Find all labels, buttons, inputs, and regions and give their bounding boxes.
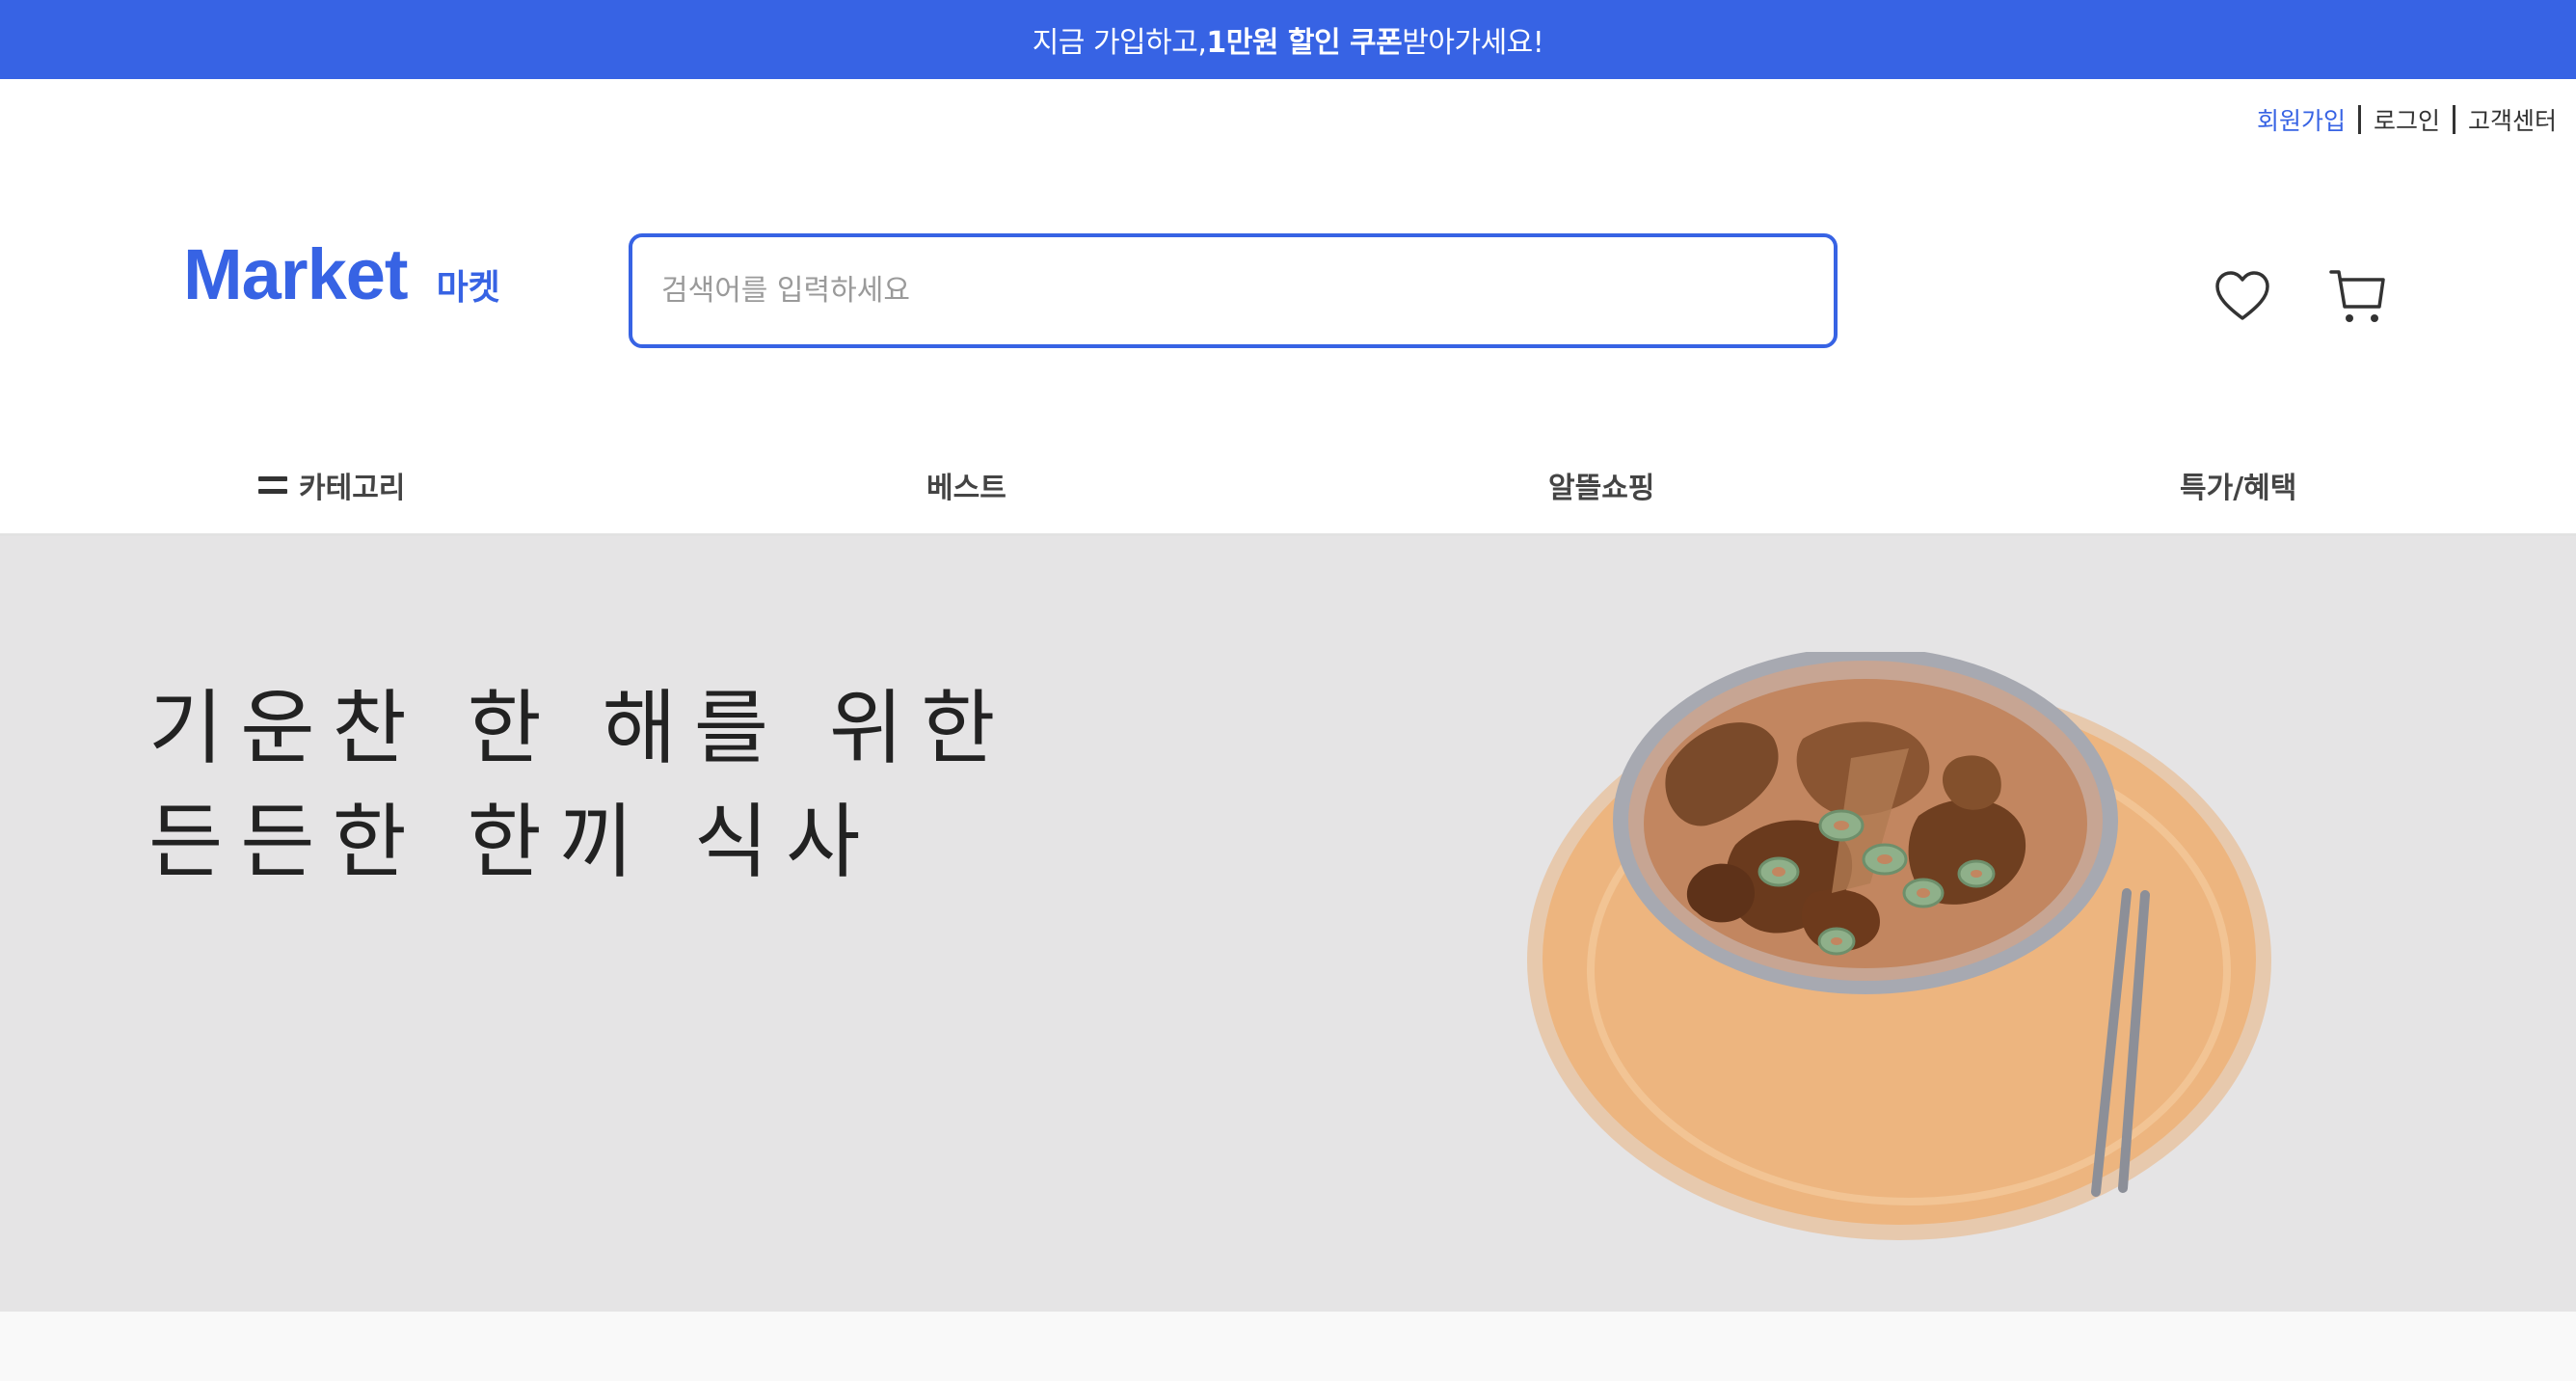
nav-budget-shopping[interactable]: 알뜰쇼핑 <box>1548 442 1654 528</box>
page: 지금 가입하고, 1만원 할인 쿠폰 받아가세요! 회원가입 로그인 고객센터 … <box>0 0 2576 1381</box>
logo-main-text: Market <box>183 234 409 314</box>
logo[interactable]: Market 마켓 <box>183 233 500 315</box>
nav-budget-label: 알뜰쇼핑 <box>1548 472 1655 505</box>
cart-icon[interactable] <box>2329 266 2387 326</box>
promo-text-suffix: 받아가세요! <box>1402 26 1544 60</box>
food-bowl-illustration <box>1527 652 2271 1240</box>
divider <box>2452 105 2455 134</box>
nav-category-label: 카테고리 <box>299 472 406 505</box>
signup-link[interactable]: 회원가입 <box>2257 102 2346 137</box>
utility-links: 회원가입 로그인 고객센터 <box>2257 102 2557 137</box>
nav-best[interactable]: 베스트 <box>926 442 1006 528</box>
hero-headline: 기운찬 한 해를 위한 든든한 한끼 식사 <box>148 671 1012 899</box>
nav-best-label: 베스트 <box>926 472 1006 505</box>
login-link[interactable]: 로그인 <box>2374 102 2440 137</box>
hero-banner[interactable]: 기운찬 한 해를 위한 든든한 한끼 식사 <box>0 536 2576 1312</box>
main-nav: 카테고리 베스트 알뜰쇼핑 특가/혜택 <box>0 442 2576 528</box>
nav-deals-label: 특가/혜택 <box>2180 472 2297 505</box>
search-input[interactable] <box>661 274 1805 308</box>
support-link[interactable]: 고객센터 <box>2468 102 2557 137</box>
hero-line-2: 든든한 한끼 식사 <box>148 795 878 889</box>
nav-deals[interactable]: 특가/혜택 <box>2180 442 2296 528</box>
page-bottom-area <box>0 1312 2576 1381</box>
hamburger-icon <box>258 476 287 494</box>
promo-banner[interactable]: 지금 가입하고, 1만원 할인 쿠폰 받아가세요! <box>0 0 2576 79</box>
search-box <box>629 233 1838 348</box>
promo-text-prefix: 지금 가입하고, <box>1032 26 1207 60</box>
logo-sub-text: 마켓 <box>436 268 500 308</box>
promo-highlight: 1만원 할인 쿠폰 <box>1206 26 1403 60</box>
hero-line-1: 기운찬 한 해를 위한 <box>148 681 1013 775</box>
site-header: 회원가입 로그인 고객센터 Market 마켓 검색어를 입력하세요 카테고리 … <box>0 79 2576 536</box>
nav-category[interactable]: 카테고리 <box>258 442 405 528</box>
heart-icon[interactable] <box>2214 268 2271 326</box>
divider <box>2357 105 2361 134</box>
